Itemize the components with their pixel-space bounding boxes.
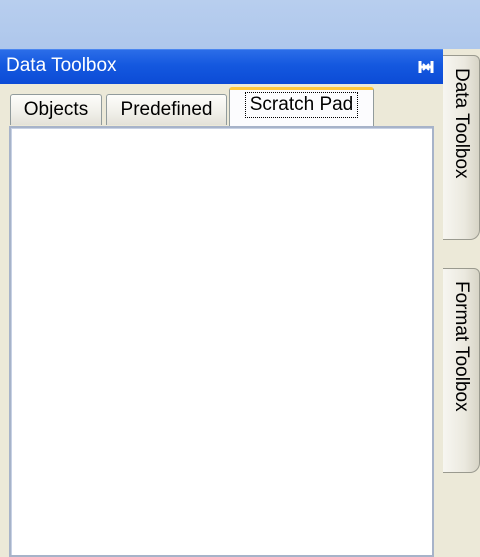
- panel-titlebar: Data Toolbox: [0, 49, 443, 84]
- tab-objects-label: Objects: [23, 99, 89, 120]
- pin-icon[interactable]: [417, 58, 435, 76]
- side-tab-data-toolbox[interactable]: Data Toolbox: [443, 55, 480, 240]
- side-tab-format-toolbox-label: Format Toolbox: [451, 281, 472, 412]
- scratch-pad-area[interactable]: [9, 126, 434, 557]
- tab-objects[interactable]: Objects: [10, 94, 102, 125]
- top-strip: [0, 0, 480, 49]
- side-tab-data-toolbox-label: Data Toolbox: [451, 68, 472, 179]
- tab-strip: Objects Predefined Scratch Pad: [0, 84, 443, 126]
- tab-predefined-label: Predefined: [120, 99, 213, 120]
- data-toolbox-panel: Data Toolbox Objects Predefined Scratch …: [0, 49, 443, 557]
- panel-title: Data Toolbox: [6, 55, 117, 76]
- tab-predefined[interactable]: Predefined: [106, 94, 227, 125]
- tab-scratch-pad-label: Scratch Pad: [244, 92, 359, 118]
- side-tab-format-toolbox[interactable]: Format Toolbox: [443, 268, 480, 473]
- tab-scratch-pad[interactable]: Scratch Pad: [229, 87, 374, 126]
